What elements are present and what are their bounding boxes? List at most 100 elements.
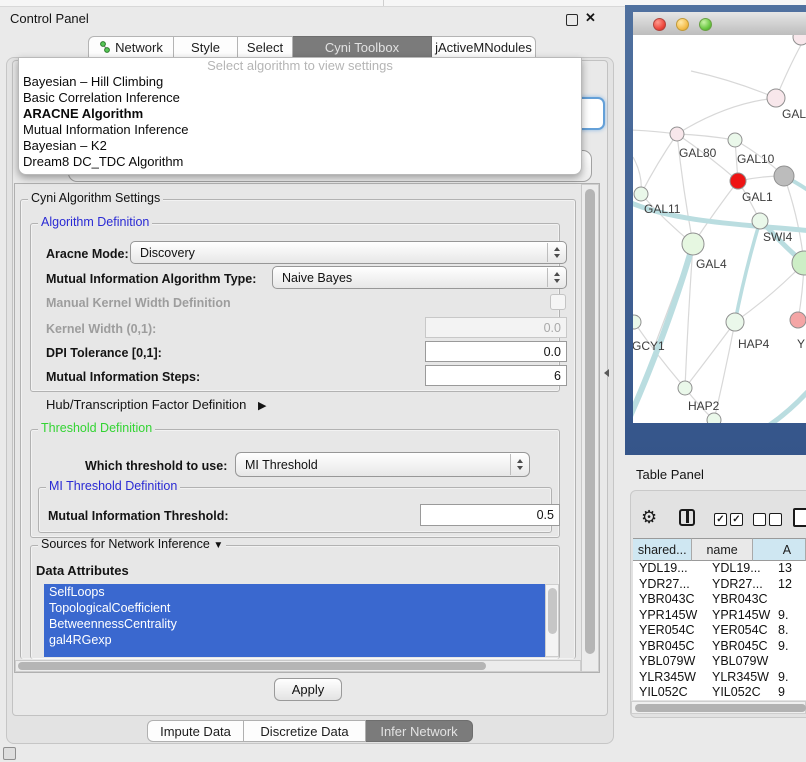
new-table-document-icon[interactable] xyxy=(793,508,806,527)
cell[interactable]: 9. xyxy=(774,670,794,686)
attribute-item-gal4rgexp[interactable]: gal4RGexp xyxy=(44,632,545,648)
network-node-gcy1[interactable] xyxy=(633,315,641,329)
network-node-y-partial[interactable] xyxy=(790,312,806,328)
column-visibility-icon[interactable] xyxy=(679,509,695,526)
attribute-item-selfloops[interactable]: SelfLoops xyxy=(44,584,545,600)
network-node-hap4[interactable] xyxy=(726,313,744,331)
tab-network[interactable]: Network xyxy=(88,36,174,58)
close-panel-icon[interactable]: ✕ xyxy=(585,10,596,26)
hub-expand-arrow-icon[interactable]: ▶ xyxy=(258,400,266,412)
aracne-mode-combo[interactable]: Discovery xyxy=(130,241,567,264)
network-canvas[interactable]: GAL GAL80 GAL10 GAL1 GAL11 SWI4 GAL4 GCY… xyxy=(633,35,806,423)
tab-impute-data[interactable]: Impute Data xyxy=(147,720,244,742)
select-all-rows-icon[interactable]: ✓ ✓ xyxy=(714,513,743,526)
network-node-gal4[interactable] xyxy=(682,233,704,255)
network-node-gal1[interactable] xyxy=(730,173,746,189)
network-node-gal80[interactable] xyxy=(670,127,684,141)
which-threshold-combo[interactable]: MI Threshold xyxy=(235,452,530,477)
algorithm-item-bayesian-hill-climbing[interactable]: Bayesian – Hill Climbing xyxy=(19,74,581,90)
cell[interactable]: YER054C xyxy=(704,623,774,639)
settings-horizontal-scrollbar-thumb[interactable] xyxy=(18,662,486,670)
tab-discretize-data[interactable]: Discretize Data xyxy=(244,720,366,742)
cell[interactable]: 12 xyxy=(774,577,794,593)
dpi-tolerance-field[interactable] xyxy=(425,341,567,362)
attribute-item-topologicalcoefficient[interactable]: TopologicalCoefficient xyxy=(44,600,545,616)
threshold-definition-title: Threshold Definition xyxy=(38,422,155,435)
cell[interactable]: YLR345W xyxy=(633,670,704,686)
network-window-titlebar[interactable] xyxy=(633,12,806,36)
network-node-hap2[interactable] xyxy=(678,381,692,395)
cell[interactable]: YDL19... xyxy=(704,561,774,577)
cell[interactable]: 13 xyxy=(774,561,794,577)
network-node-gal-partial[interactable] xyxy=(767,89,785,107)
settings-vertical-scrollbar-thumb[interactable] xyxy=(585,189,595,654)
cell[interactable]: YPR145W xyxy=(633,608,704,624)
cell[interactable] xyxy=(774,654,794,670)
table-horizontal-scrollbar-thumb[interactable] xyxy=(635,704,806,712)
cell[interactable]: YBR045C xyxy=(704,639,774,655)
cell[interactable]: YIL052C xyxy=(633,685,704,700)
cell[interactable]: YBL079W xyxy=(633,654,704,670)
cell[interactable]: YBR043C xyxy=(704,592,774,608)
sources-title-row[interactable]: Sources for Network Inference ▼ xyxy=(38,538,226,552)
cell[interactable]: 9 xyxy=(774,685,794,700)
algorithm-item-mutual-information[interactable]: Mutual Information Inference xyxy=(19,122,581,138)
algorithm-item-aracne[interactable]: ARACNE Algorithm xyxy=(19,106,581,122)
mi-type-label: Mutual Information Algorithm Type: xyxy=(46,272,256,286)
tab-jactivemnodules[interactable]: jActiveMNodules xyxy=(432,36,536,58)
attribute-item-betweennesscentrality[interactable]: BetweennessCentrality xyxy=(44,616,545,632)
tab-cyni-toolbox[interactable]: Cyni Toolbox xyxy=(293,36,432,58)
column-header-shared-name[interactable]: shared... xyxy=(633,538,692,561)
cell[interactable] xyxy=(774,592,794,608)
network-node-gal10[interactable] xyxy=(728,133,742,147)
network-node-unnamed-bottom[interactable] xyxy=(707,413,721,423)
sources-collapse-arrow-icon[interactable]: ▼ xyxy=(213,540,223,551)
tab-infer-network[interactable]: Infer Network xyxy=(366,720,473,742)
algorithm-item-dream8[interactable]: Dream8 DC_TDC Algorithm xyxy=(19,154,581,170)
attribute-item-partial[interactable] xyxy=(44,648,545,657)
tab-select[interactable]: Select xyxy=(238,36,293,58)
node-table: shared... name A YDL19... YDL19... 13 YD… xyxy=(633,538,806,700)
cell[interactable]: YPR145W xyxy=(704,608,774,624)
attribute-list-scrollbar-thumb[interactable] xyxy=(548,588,557,634)
kernel-width-field[interactable] xyxy=(425,317,567,338)
cell[interactable]: 9. xyxy=(774,608,794,624)
cell[interactable]: YBR043C xyxy=(633,592,704,608)
window-minimize-icon[interactable] xyxy=(676,18,689,31)
algorithm-item-bayesian-k2[interactable]: Bayesian – K2 xyxy=(19,138,581,154)
table-settings-gear-icon[interactable]: ⚙ xyxy=(641,507,657,527)
hub-definition-toggle[interactable]: Hub/Transcription Factor Definition ▶ xyxy=(46,397,266,412)
algorithm-dropdown-placeholder: Select algorithm to view settings xyxy=(19,58,581,74)
tab-style[interactable]: Style xyxy=(174,36,238,58)
algorithm-item-basic-correlation[interactable]: Basic Correlation Inference xyxy=(19,90,581,106)
splitter-arrow-icon[interactable] xyxy=(604,369,609,377)
cell[interactable]: YBR045C xyxy=(633,639,704,655)
cell[interactable]: YIL052C xyxy=(704,685,774,700)
cell[interactable]: 9. xyxy=(774,639,794,655)
apply-button[interactable]: Apply xyxy=(274,678,342,701)
minimized-panel-icon[interactable] xyxy=(3,747,16,760)
mi-steps-field[interactable] xyxy=(425,365,567,386)
cell[interactable]: YLR345W xyxy=(704,670,774,686)
manual-kernel-checkbox[interactable] xyxy=(550,294,566,310)
column-header-partial[interactable]: A xyxy=(753,538,806,561)
cell[interactable]: YDR27... xyxy=(633,577,704,593)
cell[interactable]: YBL079W xyxy=(704,654,774,670)
cell[interactable]: YDR27... xyxy=(704,577,774,593)
float-panel-icon[interactable] xyxy=(566,14,578,26)
cell[interactable]: YER054C xyxy=(633,623,704,639)
cell[interactable]: YDL19... xyxy=(633,561,704,577)
mi-threshold-field[interactable] xyxy=(420,504,560,526)
tab-jactivemnodules-label: jActiveMNodules xyxy=(435,40,532,55)
network-node-unnamed-top[interactable] xyxy=(793,35,806,45)
network-node-gal11[interactable] xyxy=(634,187,648,201)
cell[interactable]: 8. xyxy=(774,623,794,639)
deselect-all-rows-icon[interactable] xyxy=(753,513,782,526)
column-header-name[interactable]: name xyxy=(692,538,752,561)
window-zoom-icon[interactable] xyxy=(699,18,712,31)
network-node-unnamed-gray[interactable] xyxy=(774,166,794,186)
sources-title: Sources for Network Inference xyxy=(41,537,210,551)
window-close-icon[interactable] xyxy=(653,18,666,31)
network-node-swi4[interactable] xyxy=(752,213,768,229)
mi-type-combo[interactable]: Naive Bayes xyxy=(272,266,567,289)
